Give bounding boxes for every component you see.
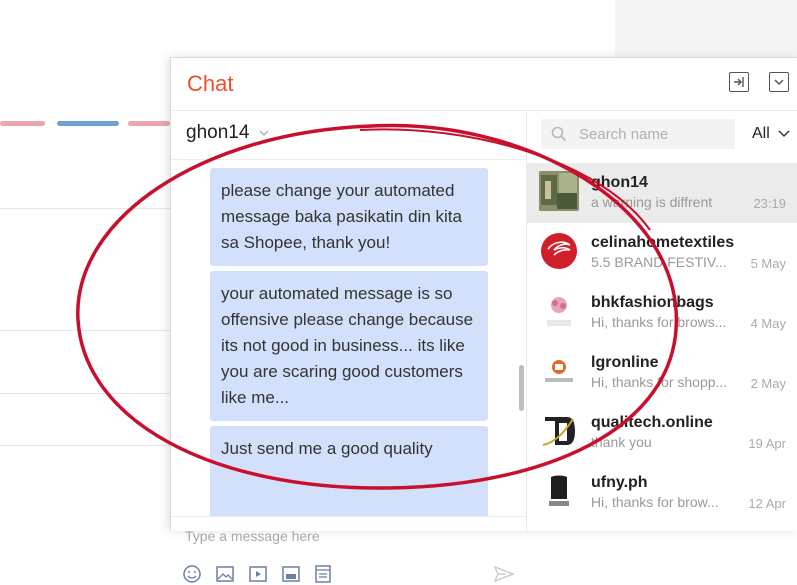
conversation-item[interactable]: qualitech.online thank you 19 Apr (527, 403, 797, 463)
conversation-time: 23:19 (753, 196, 786, 211)
contact-name[interactable]: ghon14 (186, 122, 249, 144)
conversation-item[interactable]: lgronline Hi, thanks for shopp... 2 May (527, 343, 797, 403)
avatar (539, 171, 579, 211)
conversation-pane: ghon14 please change your automated mess… (171, 111, 527, 583)
conversation-name: lgronline (591, 354, 659, 371)
conversation-time: 5 May (750, 256, 786, 271)
conversation-time: 2 May (750, 376, 786, 391)
search-input[interactable] (577, 125, 731, 144)
avatar (539, 351, 579, 391)
background-tab-stripe (0, 121, 45, 126)
conversation-name: ghon14 (591, 174, 648, 191)
avatar (539, 471, 579, 511)
product-icon[interactable] (281, 564, 301, 584)
chevron-down-icon[interactable] (778, 129, 790, 138)
message-list: please change your automated message bak… (171, 160, 526, 516)
chat-header: Chat (171, 58, 797, 111)
scrollbar[interactable] (519, 365, 524, 411)
avatar (539, 411, 579, 451)
message-composer (171, 516, 526, 585)
image-icon[interactable] (215, 564, 235, 584)
avatar (539, 291, 579, 331)
background-tab-stripe (57, 121, 119, 126)
conversation-preview: Hi, thanks for brows... (591, 314, 727, 330)
conversation-preview: 5.5 BRAND FESTIV... (591, 254, 727, 270)
conversation-list-pane: All ghon14 a warning is diffrent 23:19 c… (527, 111, 797, 531)
conversation-item[interactable]: ufny.ph Hi, thanks for brow... 12 Apr (527, 463, 797, 523)
conversation-preview: Hi, thanks for shopp... (591, 374, 728, 390)
conversation-name: celinahometextiles (591, 234, 735, 251)
conversation-time: 4 May (750, 316, 786, 331)
conversation-header: ghon14 (171, 111, 526, 160)
emoji-icon[interactable] (182, 564, 202, 584)
conversation-preview: Hi, thanks for brow... (591, 494, 719, 510)
conversation-item[interactable]: celinahometextiles 5.5 BRAND FESTIV... 5… (527, 223, 797, 283)
conversation-name: qualitech.online (591, 414, 713, 431)
chat-title: Chat (187, 71, 234, 96)
conversation-preview: thank you (591, 434, 652, 450)
message-bubble: your automated message is so offensive p… (210, 271, 488, 421)
conversation-preview: a warning is diffrent (591, 194, 713, 210)
conversation-time: 12 Apr (748, 496, 786, 511)
send-icon[interactable] (493, 564, 515, 584)
conversation-time: 19 Apr (748, 436, 786, 451)
order-icon[interactable] (313, 564, 333, 584)
search-icon (551, 126, 567, 142)
chevron-down-icon[interactable] (259, 129, 269, 137)
avatar (539, 231, 579, 271)
background-tab-stripe (128, 121, 170, 126)
conversation-name: ufny.ph (591, 474, 648, 491)
conversation-item[interactable]: bhkfashionbags Hi, thanks for brows... 4… (527, 283, 797, 343)
video-icon[interactable] (248, 564, 268, 584)
search-box[interactable] (541, 119, 735, 149)
conversation-item[interactable]: ghon14 a warning is diffrent 23:19 (527, 163, 797, 223)
collapse-chevron-icon[interactable] (769, 72, 789, 92)
expand-window-icon[interactable] (729, 72, 749, 92)
message-bubble: please change your automated message bak… (210, 168, 488, 266)
filter-dropdown[interactable]: All (752, 125, 770, 143)
conversation-name: bhkfashionbags (591, 294, 714, 311)
chat-window: Chat ghon14 please change your automated… (170, 57, 797, 583)
message-bubble: Just send me a good quality (210, 426, 488, 516)
